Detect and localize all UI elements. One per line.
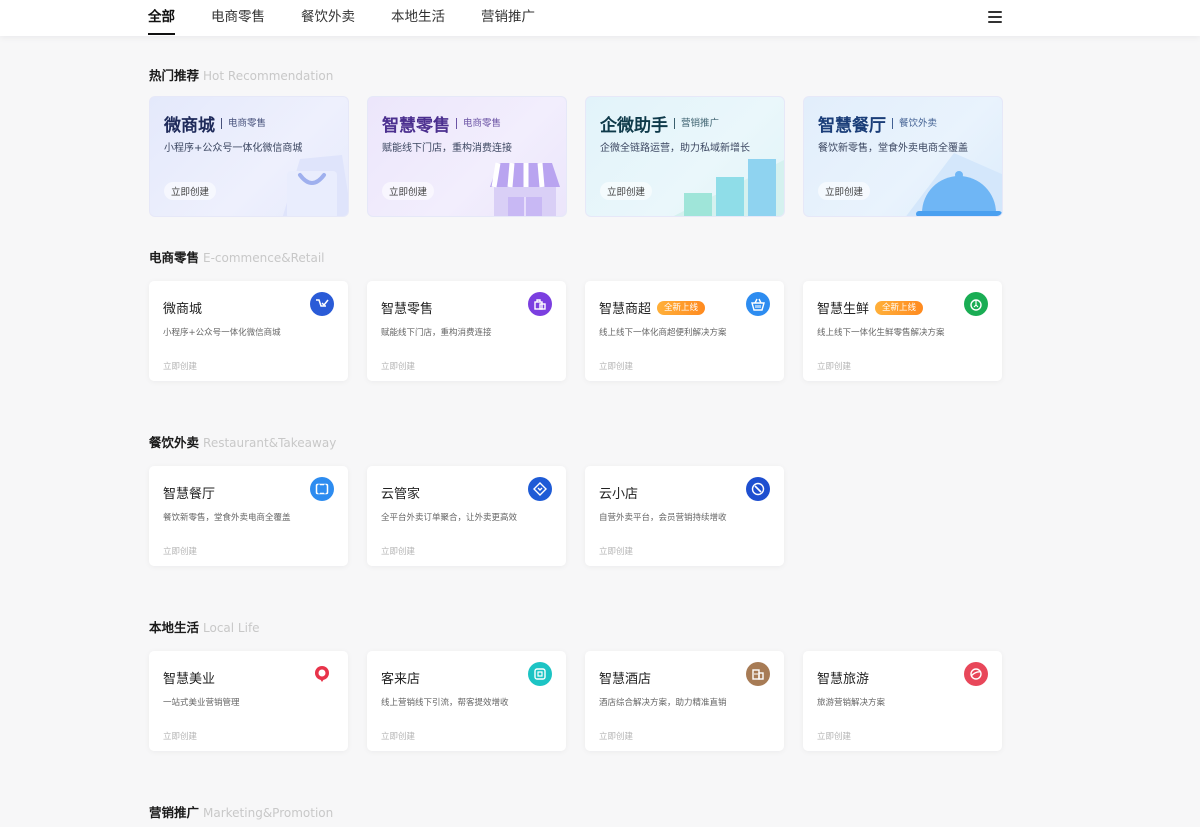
shopping-bag-illustration (282, 155, 348, 216)
section-title-restaurant: 餐饮外卖 Restaurant&Takeaway (149, 435, 337, 450)
product-card-kelaidian[interactable]: 客来店 线上营销线下引流，帮客提效增收 立即创建 (367, 651, 566, 751)
card-desc: 小程序+公众号一体化微信商城 (163, 328, 281, 338)
hot-card-title: 智慧餐厅 餐饮外卖 (818, 116, 938, 136)
growth-bars-illustration (673, 159, 784, 216)
create-now-button[interactable]: 立即创建 (817, 730, 851, 742)
beauty-icon (310, 662, 334, 686)
product-card-smart-supermarket[interactable]: 智慧商超 全新上线 线上线下一体化商超便利解决方案 立即创建 (585, 281, 784, 381)
product-card-smart-travel[interactable]: 智慧旅游 旅游营销解决方案 立即创建 (803, 651, 1002, 751)
cloud-shop-icon (746, 477, 770, 501)
hot-card-tag: 营销推广 (674, 118, 719, 129)
hot-card-wecom-assistant[interactable]: 企微助手 营销推广 企微全链路运营，助力私域新增长 立即创建 (585, 96, 785, 217)
product-card-smart-retail[interactable]: 智慧零售 赋能线下门店，重构消费连接 立即创建 (367, 281, 566, 381)
section-subtitle-hot: Hot Recommendation (203, 69, 334, 83)
card-title: 智慧生鲜 全新上线 (817, 298, 924, 317)
card-desc: 线上线下一体化商超便利解决方案 (599, 328, 727, 338)
hot-card-desc: 餐饮新零售，堂食外卖电商全覆盖 (818, 143, 968, 154)
create-now-button[interactable]: 立即创建 (163, 360, 197, 372)
hot-card-smart-restaurant[interactable]: 智慧餐厅 餐饮外卖 餐饮新零售，堂食外卖电商全覆盖 立即创建 (803, 96, 1003, 217)
tab-ecommerce[interactable]: 电商零售 (211, 0, 265, 36)
section-title-marketing: 营销推广 Marketing&Promotion (149, 805, 334, 820)
create-now-button[interactable]: 立即创建 (599, 360, 633, 372)
hot-card-tag: 电商零售 (456, 118, 501, 129)
card-title: 智慧酒店 (599, 672, 652, 687)
product-card-smart-restaurant[interactable]: 智慧餐厅 餐饮新零售，堂食外卖电商全覆盖 立即创建 (149, 466, 348, 566)
create-now-button[interactable]: 立即创建 (817, 360, 851, 372)
new-launch-badge: 全新上线 (875, 300, 924, 315)
create-now-button[interactable]: 立即创建 (381, 545, 415, 557)
hot-card-title: 企微助手 营销推广 (600, 116, 720, 136)
category-tabs: 全部 电商零售 餐饮外卖 本地生活 营销推广 (148, 0, 571, 36)
create-now-button[interactable]: 立即创建 (163, 545, 197, 557)
card-title: 智慧商超 全新上线 (599, 298, 706, 317)
create-now-button[interactable]: 立即创建 (382, 182, 435, 200)
fruit-icon (964, 292, 988, 316)
section-title-hot: 热门推荐 Hot Recommendation (149, 68, 334, 83)
storefront-illustration (490, 162, 560, 216)
travel-icon (964, 662, 988, 686)
hot-card-smart-retail[interactable]: 智慧零售 电商零售 赋能线下门店，重构消费连接 立即创建 (367, 96, 567, 217)
card-title: 智慧零售 (381, 302, 434, 317)
card-desc: 线上营销线下引流，帮客提效增收 (381, 698, 509, 708)
hot-card-tag: 餐饮外卖 (892, 118, 937, 129)
product-card-cloud-manager[interactable]: 云管家 全平台外卖订单聚合，让外卖更高效 立即创建 (367, 466, 566, 566)
card-desc: 线上线下一体化生鲜零售解决方案 (817, 328, 945, 338)
product-card-cloud-shop[interactable]: 云小店 自营外卖平台，会员营销持续增收 立即创建 (585, 466, 784, 566)
section-title-local-life: 本地生活 Local Life (149, 620, 260, 635)
create-now-button[interactable]: 立即创建 (599, 730, 633, 742)
food-cloche-illustration (906, 153, 1002, 216)
card-title: 智慧旅游 (817, 672, 870, 687)
card-desc: 自营外卖平台，会员营销持续增收 (599, 513, 727, 523)
card-title: 微商城 (163, 302, 203, 317)
restaurant-icon (310, 477, 334, 501)
card-title: 智慧餐厅 (163, 487, 216, 502)
card-desc: 旅游营销解决方案 (817, 698, 886, 708)
card-title: 云管家 (381, 487, 421, 502)
hot-card-title: 微商城 电商零售 (164, 116, 267, 136)
product-card-smart-fresh[interactable]: 智慧生鲜 全新上线 线上线下一体化生鲜零售解决方案 立即创建 (803, 281, 1002, 381)
card-desc: 餐饮新零售，堂食外卖电商全覆盖 (163, 513, 291, 523)
section-subtitle-ecommerce: E-commence&Retail (203, 251, 325, 265)
hot-card-title: 智慧零售 电商零售 (382, 116, 502, 136)
cloud-manager-icon (528, 477, 552, 501)
card-title: 客来店 (381, 672, 421, 687)
section-title-ecommerce: 电商零售 E-commence&Retail (149, 250, 325, 265)
card-desc: 全平台外卖订单聚合，让外卖更高效 (381, 513, 518, 523)
tab-local-life[interactable]: 本地生活 (391, 0, 445, 36)
tab-all[interactable]: 全部 (148, 0, 175, 36)
menu-icon[interactable] (988, 11, 1002, 25)
product-card-micro-mall[interactable]: 微商城 小程序+公众号一体化微信商城 立即创建 (149, 281, 348, 381)
top-nav-bar: 全部 电商零售 餐饮外卖 本地生活 营销推广 (0, 0, 1200, 36)
create-now-button[interactable]: 立即创建 (164, 182, 217, 200)
create-now-button[interactable]: 立即创建 (600, 182, 653, 200)
section-subtitle-local-life: Local Life (203, 621, 260, 635)
store-icon (528, 662, 552, 686)
card-desc: 酒店综合解决方案，助力精准直销 (599, 698, 727, 708)
section-subtitle-marketing: Marketing&Promotion (203, 806, 334, 820)
tab-marketing[interactable]: 营销推广 (481, 0, 535, 36)
create-now-button[interactable]: 立即创建 (163, 730, 197, 742)
section-subtitle-restaurant: Restaurant&Takeaway (203, 436, 337, 450)
hotel-icon (746, 662, 770, 686)
hot-card-desc: 赋能线下门店，重构消费连接 (382, 143, 512, 154)
card-title: 云小店 (599, 487, 639, 502)
card-desc: 赋能线下门店，重构消费连接 (381, 328, 492, 338)
create-now-button[interactable]: 立即创建 (381, 730, 415, 742)
new-launch-badge: 全新上线 (657, 300, 706, 315)
create-now-button[interactable]: 立即创建 (381, 360, 415, 372)
create-now-button[interactable]: 立即创建 (599, 545, 633, 557)
card-title: 智慧美业 (163, 672, 216, 687)
create-now-button[interactable]: 立即创建 (818, 182, 871, 200)
product-card-smart-hotel[interactable]: 智慧酒店 酒店综合解决方案，助力精准直销 立即创建 (585, 651, 784, 751)
shopping-bag-icon (528, 292, 552, 316)
hot-card-tag: 电商零售 (221, 118, 266, 129)
cart-icon (310, 292, 334, 316)
hot-card-micro-mall[interactable]: 微商城 电商零售 小程序+公众号一体化微信商城 立即创建 (149, 96, 349, 217)
card-desc: 一站式美业营销管理 (163, 698, 240, 708)
basket-icon (746, 292, 770, 316)
tab-restaurant[interactable]: 餐饮外卖 (301, 0, 355, 36)
product-card-smart-beauty[interactable]: 智慧美业 一站式美业营销管理 立即创建 (149, 651, 348, 751)
